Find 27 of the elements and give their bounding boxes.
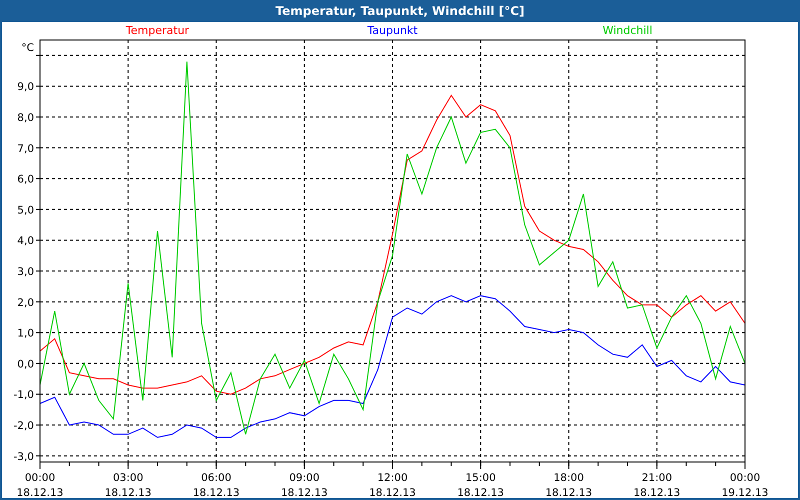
legend-label: Windchill <box>602 24 654 36</box>
axis-tick-label: 9,0 <box>17 81 34 94</box>
axis-tick-label: 15:00 18.12.13 <box>457 472 504 498</box>
axis-tick-label: 8,0 <box>17 112 34 124</box>
axis-tick-label: 5,0 <box>17 204 34 216</box>
axis-tick-label: 00:00 19.12.13 <box>722 472 768 498</box>
axis-tick-label: 09:00 18.12.13 <box>281 472 328 498</box>
axis-tick-label: 1,0 <box>17 328 34 340</box>
axis-tick-label: 00:00 18.12.13 <box>16 472 64 498</box>
axis-tick-label: 12:00 18.12.13 <box>369 472 416 498</box>
legend-label: Temperatur <box>124 24 190 36</box>
axis-unit-label: °C <box>21 42 34 54</box>
axis-tick-label: 06:00 18.12.13 <box>192 472 240 498</box>
axis-tick-label: 21:00 18.12.13 <box>634 472 680 498</box>
axis-tick-label: -2,0 <box>14 420 34 432</box>
axis-tick-label: -1,0 <box>14 389 34 402</box>
axis-tick-label: 18:00 18.12.13 <box>545 472 592 498</box>
window-title: Temperatur, Taupunkt, Windchill [°C] <box>274 3 526 20</box>
axis-tick-label: 6,0 <box>17 174 34 186</box>
axis-tick-label: 03:00 18.12.13 <box>104 472 152 498</box>
legend-label: Taupunkt <box>366 24 419 36</box>
axis-tick-label: 7,0 <box>17 142 34 155</box>
axis-tick-label: -3,0 <box>14 450 34 463</box>
axis-tick-label: 4,0 <box>17 235 34 248</box>
axis-tick-label: 0,0 <box>17 358 34 370</box>
axis-tick-label: 2,0 <box>17 296 34 309</box>
axis-tick-label: 3,0 <box>17 266 34 278</box>
